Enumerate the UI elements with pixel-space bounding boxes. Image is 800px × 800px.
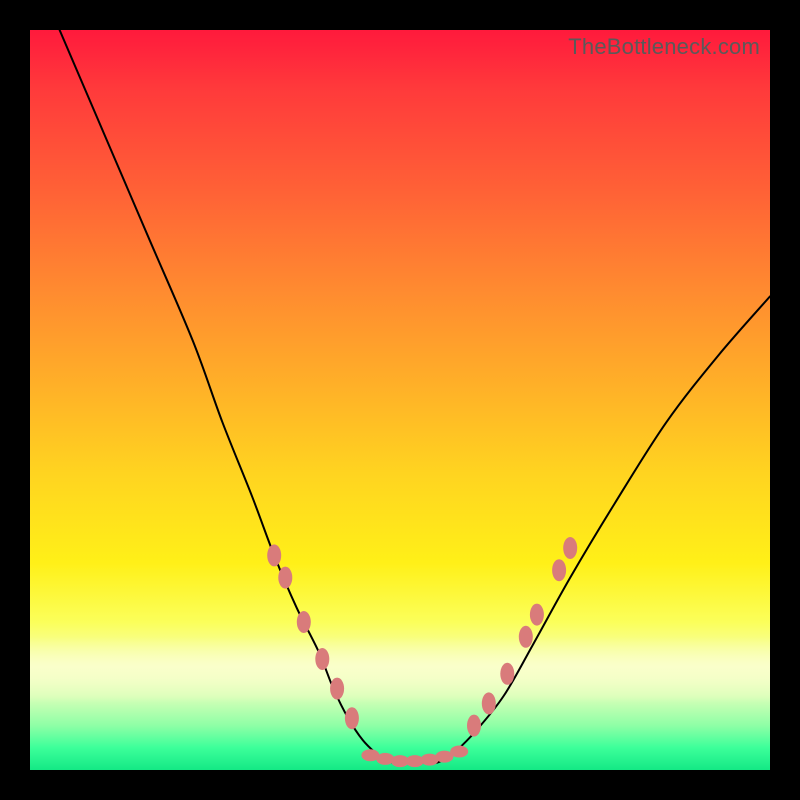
data-marker (267, 544, 281, 566)
data-marker (450, 746, 468, 758)
data-marker (297, 611, 311, 633)
left-curve (60, 30, 378, 755)
data-marker (500, 663, 514, 685)
curve-layer (30, 30, 770, 770)
data-marker (330, 678, 344, 700)
data-marker (519, 626, 533, 648)
data-marker (563, 537, 577, 559)
data-marker (376, 753, 394, 765)
data-marker (467, 715, 481, 737)
markers-left (267, 544, 359, 729)
data-marker (315, 648, 329, 670)
watermark-text: TheBottleneck.com (568, 34, 760, 60)
data-marker (552, 559, 566, 581)
data-marker (530, 604, 544, 626)
data-marker (345, 707, 359, 729)
plot-area: TheBottleneck.com (30, 30, 770, 770)
right-curve (452, 296, 770, 755)
markers-floor (361, 746, 468, 768)
data-marker (278, 567, 292, 589)
chart-frame: TheBottleneck.com (0, 0, 800, 800)
data-marker (482, 692, 496, 714)
markers-right (467, 537, 577, 737)
